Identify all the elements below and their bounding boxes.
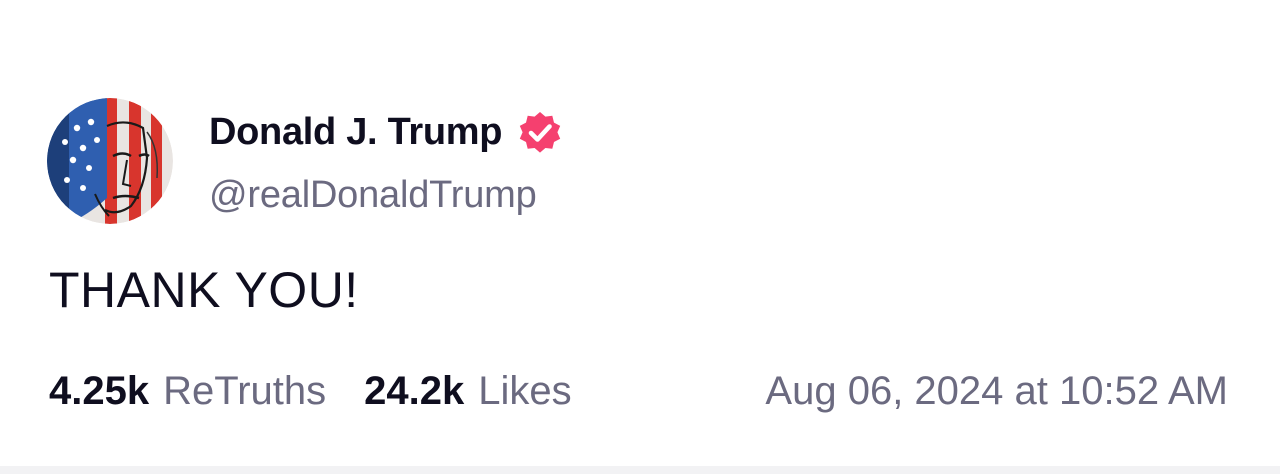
post-stats: 4.25k ReTruths 24.2k Likes (49, 364, 572, 418)
post-card: Donald J. Trump @realDonaldTrump THANK Y… (0, 0, 1280, 466)
retruths-count: 4.25k (49, 368, 150, 413)
likes-label: Likes (478, 368, 572, 413)
author-avatar[interactable] (47, 98, 173, 224)
retruths-label: ReTruths (163, 368, 327, 413)
author-name-row: Donald J. Trump (209, 106, 564, 158)
retruths-stat[interactable]: 4.25k ReTruths (49, 369, 326, 414)
avatar-image (47, 98, 173, 224)
author-display-name[interactable]: Donald J. Trump (209, 111, 503, 154)
likes-stat[interactable]: 24.2k Likes (364, 369, 572, 414)
verified-badge-icon (520, 112, 561, 153)
post-timestamp[interactable]: Aug 06, 2024 at 10:52 AM (765, 364, 1228, 418)
author-handle[interactable]: @realDonaldTrump (209, 174, 537, 217)
post-divider (0, 466, 1280, 474)
post-text: THANK YOU! (49, 262, 359, 318)
likes-count: 24.2k (364, 368, 465, 413)
